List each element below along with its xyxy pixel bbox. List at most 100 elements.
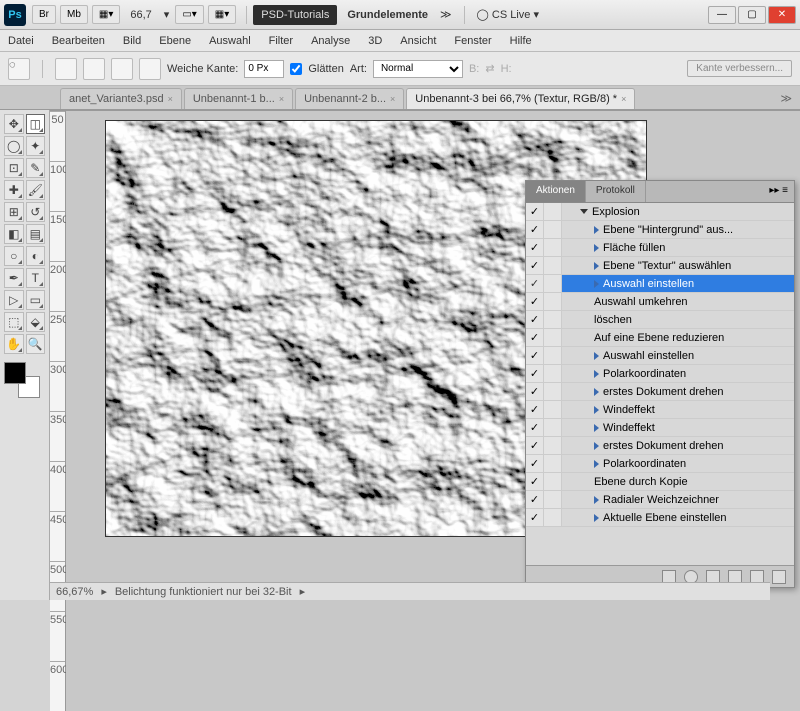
add-selection-icon[interactable]: [83, 58, 105, 80]
marquee-tool[interactable]: ◫: [26, 114, 46, 134]
path-select-tool[interactable]: ▷: [4, 290, 24, 310]
menu-ebene[interactable]: Ebene: [159, 35, 191, 47]
action-step[interactable]: ✓Auswahl einstellen: [526, 347, 794, 365]
tab-protokoll[interactable]: Protokoll: [586, 181, 646, 202]
doc-tab[interactable]: Unbenannt-2 b...×: [295, 88, 404, 109]
menu-filter[interactable]: Filter: [269, 35, 293, 47]
menu-3d[interactable]: 3D: [368, 35, 382, 47]
action-step[interactable]: ✓Windeffekt: [526, 401, 794, 419]
trash-icon[interactable]: [772, 570, 786, 584]
shape-tool[interactable]: ▭: [26, 290, 46, 310]
action-step[interactable]: ✓Fläche füllen: [526, 239, 794, 257]
menu-datei[interactable]: Datei: [8, 35, 34, 47]
wand-tool[interactable]: ✦: [26, 136, 46, 156]
action-step[interactable]: ✓Polarkoordinaten: [526, 455, 794, 473]
action-step[interactable]: ✓Radialer Weichzeichner: [526, 491, 794, 509]
menu-ansicht[interactable]: Ansicht: [400, 35, 436, 47]
menu-auswahl[interactable]: Auswahl: [209, 35, 251, 47]
status-zoom[interactable]: 66,67%: [56, 586, 93, 598]
view-extras-button[interactable]: ▦▾: [208, 5, 236, 24]
action-step[interactable]: ✓Ebene "Hintergrund" aus...: [526, 221, 794, 239]
close-tab-icon[interactable]: ×: [390, 94, 395, 104]
screen-mode-button[interactable]: ▦▾: [92, 5, 120, 24]
eraser-tool[interactable]: ◧: [4, 224, 24, 244]
color-swatches[interactable]: [4, 362, 40, 398]
expand-icon[interactable]: [594, 280, 599, 288]
dodge-tool[interactable]: ◐: [26, 246, 46, 266]
action-step[interactable]: ✓löschen: [526, 311, 794, 329]
action-step[interactable]: ✓erstes Dokument drehen: [526, 383, 794, 401]
action-step[interactable]: ✓Aktuelle Ebene einstellen: [526, 509, 794, 527]
lasso-tool[interactable]: ◯: [4, 136, 24, 156]
antialias-checkbox[interactable]: [290, 63, 302, 75]
arrange-button[interactable]: ▭▾: [175, 5, 203, 24]
action-step[interactable]: ✓Auswahl umkehren: [526, 293, 794, 311]
zoom-value[interactable]: 66,7: [130, 9, 151, 21]
close-tab-icon[interactable]: ×: [168, 94, 173, 104]
tabs-overflow[interactable]: ≫: [776, 88, 796, 109]
action-step[interactable]: ✓Ebene "Textur" auswählen: [526, 257, 794, 275]
crop-tool[interactable]: ⊡: [4, 158, 24, 178]
blur-tool[interactable]: ○: [4, 246, 24, 266]
minibridge-button[interactable]: Mb: [60, 5, 88, 24]
menu-bearbeiten[interactable]: Bearbeiten: [52, 35, 105, 47]
expand-icon[interactable]: [594, 352, 599, 360]
action-step[interactable]: ✓erstes Dokument drehen: [526, 437, 794, 455]
expand-icon[interactable]: [580, 209, 588, 214]
hand-tool[interactable]: ✋: [4, 334, 24, 354]
brush-tool[interactable]: 🖌: [26, 180, 46, 200]
intersect-selection-icon[interactable]: [139, 58, 161, 80]
new-selection-icon[interactable]: [55, 58, 77, 80]
bridge-button[interactable]: Br: [32, 5, 56, 24]
workspace-label[interactable]: Grundelemente: [347, 9, 428, 21]
zoom-tool[interactable]: 🔍: [26, 334, 46, 354]
eyedropper-tool[interactable]: ✎: [26, 158, 46, 178]
close-tab-icon[interactable]: ×: [621, 94, 626, 104]
expand-icon[interactable]: [594, 262, 599, 270]
close-tab-icon[interactable]: ×: [279, 94, 284, 104]
menu-bild[interactable]: Bild: [123, 35, 141, 47]
tab-aktionen[interactable]: Aktionen: [526, 181, 586, 202]
stamp-tool[interactable]: ⊞: [4, 202, 24, 222]
tool-preset-icon[interactable]: ◌: [8, 58, 30, 80]
action-step[interactable]: ✓Auswahl einstellen: [526, 275, 794, 293]
expand-icon[interactable]: [594, 496, 599, 504]
ruler-vertical[interactable]: 50100150200250300350400450500550600: [50, 111, 66, 711]
expand-icon[interactable]: [594, 460, 599, 468]
doc-tab[interactable]: Unbenannt-1 b...×: [184, 88, 293, 109]
actions-list[interactable]: ✓ Explosion ✓Ebene "Hintergrund" aus...✓…: [526, 203, 794, 565]
history-brush-tool[interactable]: ↺: [26, 202, 46, 222]
foreground-color[interactable]: [4, 362, 26, 384]
action-step[interactable]: ✓Windeffekt: [526, 419, 794, 437]
menu-fenster[interactable]: Fenster: [454, 35, 491, 47]
feather-input[interactable]: [244, 60, 284, 78]
action-step[interactable]: ✓Polarkoordinaten: [526, 365, 794, 383]
3d-camera-tool[interactable]: ⬙: [26, 312, 46, 332]
style-select[interactable]: Normal: [373, 60, 463, 78]
expand-icon[interactable]: [594, 424, 599, 432]
heal-tool[interactable]: ✚: [4, 180, 24, 200]
move-tool[interactable]: ✥: [4, 114, 24, 134]
action-step[interactable]: ✓Auf eine Ebene reduzieren: [526, 329, 794, 347]
type-tool[interactable]: T: [26, 268, 46, 288]
pen-tool[interactable]: ✒: [4, 268, 24, 288]
window-minimize[interactable]: —: [708, 6, 736, 24]
3d-tool[interactable]: ⬚: [4, 312, 24, 332]
window-close[interactable]: ✕: [768, 6, 796, 24]
expand-icon[interactable]: [594, 244, 599, 252]
cslive-button[interactable]: ◯ CS Live ▾: [477, 8, 539, 21]
menu-hilfe[interactable]: Hilfe: [510, 35, 532, 47]
refine-edge-button[interactable]: Kante verbessern...: [687, 60, 792, 77]
panel-menu-icon[interactable]: ▸▸ ≡: [763, 181, 794, 202]
doc-tab[interactable]: Unbenannt-3 bei 66,7% (Textur, RGB/8) *×: [406, 88, 635, 109]
subtract-selection-icon[interactable]: [111, 58, 133, 80]
expand-icon[interactable]: [594, 370, 599, 378]
window-maximize[interactable]: ▢: [738, 6, 766, 24]
action-group[interactable]: ✓ Explosion: [526, 203, 794, 221]
expand-icon[interactable]: [594, 442, 599, 450]
actions-panel[interactable]: Aktionen Protokoll ▸▸ ≡ ✓ Explosion ✓Ebe…: [525, 180, 795, 588]
gradient-tool[interactable]: ▤: [26, 224, 46, 244]
expand-icon[interactable]: [594, 226, 599, 234]
expand-icon[interactable]: [594, 406, 599, 414]
expand-icon[interactable]: [594, 388, 599, 396]
